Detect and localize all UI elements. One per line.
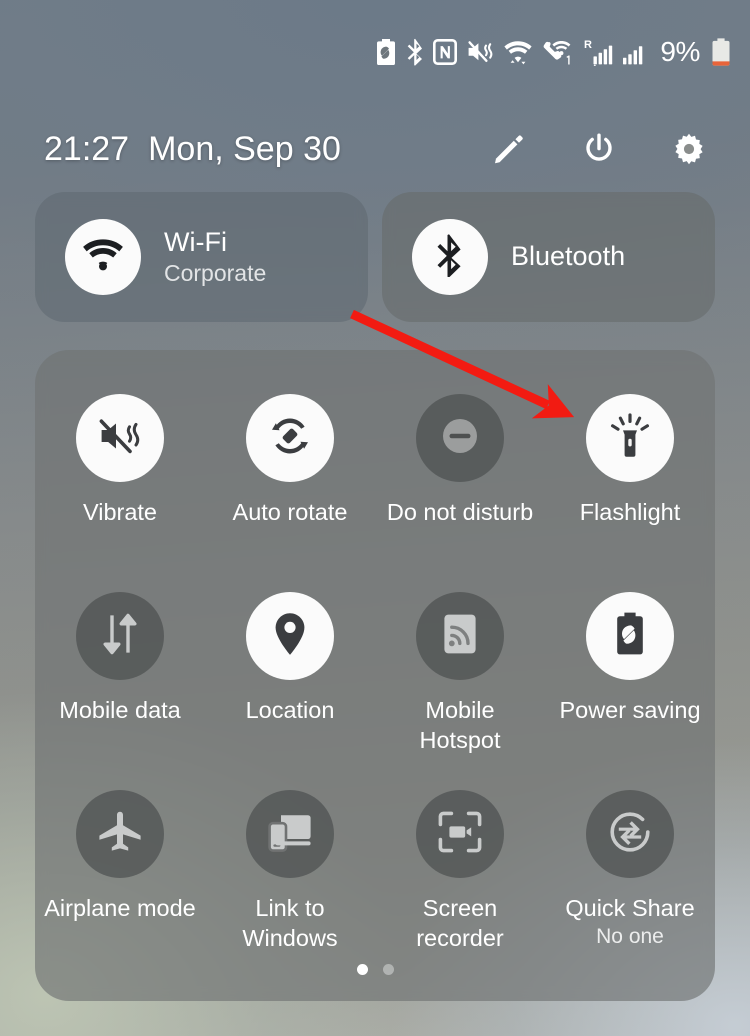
hotspot-icon [440, 612, 480, 661]
qs-label-screen-recorder: Screen recorder [416, 895, 504, 952]
location-pin-icon [271, 611, 309, 662]
header-actions [492, 132, 720, 166]
signal-bars-icon [622, 38, 648, 66]
bluetooth-icon [434, 233, 466, 282]
bluetooth-tile-icon-circle [412, 219, 488, 295]
sound-vibrate-icon [97, 416, 143, 461]
qs-label-power-saving: Power saving [559, 697, 701, 723]
mobile-data-icon-circle [76, 592, 164, 680]
location-icon-circle [246, 592, 334, 680]
qs-label-quick-share: Quick Share [565, 895, 695, 921]
quick-share-icon-circle [586, 790, 674, 878]
battery-percent-label: 9% [660, 36, 700, 67]
vibrate-icon-circle [76, 394, 164, 482]
qs-tile-link-to-windows[interactable]: Link to Windows [205, 790, 375, 988]
qs-tile-screen-recorder[interactable]: Screen recorder [375, 790, 545, 988]
clock-block[interactable]: 21:27 Mon, Sep 30 [44, 130, 341, 169]
settings-gear-icon[interactable] [672, 132, 706, 166]
wifi-tile[interactable]: Wi-Fi Corporate [35, 192, 368, 322]
mobile-data-icon [99, 612, 141, 661]
page-dot-1[interactable] [356, 964, 368, 975]
do-not-disturb-icon [438, 414, 482, 463]
qs-tile-vibrate[interactable]: Vibrate [35, 394, 205, 592]
flashlight-icon-circle [586, 394, 674, 482]
qs-tile-location[interactable]: Location [205, 592, 375, 790]
link-to-windows-icon [267, 811, 313, 858]
qs-tile-mobile-data[interactable]: Mobile data [35, 592, 205, 790]
bluetooth-tile[interactable]: Bluetooth [382, 192, 715, 322]
auto-rotate-icon [267, 413, 313, 464]
power-saving-battery-icon [375, 38, 397, 66]
wifi-icon [81, 237, 125, 278]
wifi-icon [503, 39, 533, 65]
page-dot-2[interactable] [382, 964, 394, 975]
wifi-tile-title: Wi-Fi [164, 227, 227, 257]
qs-label-location: Location [245, 697, 335, 723]
airplane-icon-circle [76, 790, 164, 878]
battery-low-icon [710, 37, 732, 67]
qs-label-auto-rotate: Auto rotate [232, 499, 348, 525]
edit-icon[interactable] [492, 132, 526, 166]
link-to-windows-icon-circle [246, 790, 334, 878]
qs-label-link-to-windows: Link to Windows [242, 895, 338, 952]
qs-tile-flashlight[interactable]: Flashlight [545, 394, 715, 592]
qs-tile-do-not-disturb[interactable]: Do not disturb [375, 394, 545, 592]
bluetooth-icon [406, 38, 424, 66]
flashlight-icon [610, 412, 650, 464]
airplane-icon [97, 810, 143, 859]
qs-label-vibrate: Vibrate [82, 499, 158, 525]
qs-tile-airplane-mode[interactable]: Airplane mode [35, 790, 205, 988]
wifi-tile-subtitle: Corporate [164, 259, 267, 286]
screen-recorder-icon-circle [416, 790, 504, 878]
signal-roaming-icon: R [583, 38, 613, 66]
quick-share-icon [607, 810, 653, 859]
qs-label-mobile-data: Mobile data [59, 697, 181, 723]
panel-header: 21:27 Mon, Sep 30 [0, 118, 750, 180]
nfc-icon [433, 39, 458, 65]
svg-text:R: R [584, 39, 592, 51]
quick-settings-panel: Vibrate Auto rotate Do not disturb Flash… [35, 350, 715, 1001]
wifi-tile-text: Wi-Fi Corporate [164, 227, 267, 286]
qs-tile-quick-share[interactable]: Quick Share No one [545, 790, 715, 988]
qs-label-airplane-mode: Airplane mode [44, 895, 196, 921]
qs-label-do-not-disturb: Do not disturb [386, 499, 534, 525]
bluetooth-tile-title: Bluetooth [511, 241, 626, 272]
screen-recorder-icon [437, 810, 483, 859]
status-bar: R 9% [0, 0, 750, 104]
quick-settings-grid: Vibrate Auto rotate Do not disturb Flash… [35, 394, 715, 988]
do-not-disturb-icon-circle [416, 394, 504, 482]
power-icon[interactable] [582, 132, 616, 166]
connectivity-tiles: Wi-Fi Corporate Bluetooth [35, 192, 715, 322]
qs-tile-auto-rotate[interactable]: Auto rotate [205, 394, 375, 592]
qs-label-flashlight: Flashlight [579, 499, 681, 525]
auto-rotate-icon-circle [246, 394, 334, 482]
qs-label-mobile-hotspot: Mobile Hotspot [419, 697, 501, 754]
quick-settings-screen: R 9% 21:27 Mon, Sep 30 Wi-Fi Corporate B… [0, 0, 750, 1036]
qs-tile-mobile-hotspot[interactable]: Mobile Hotspot [375, 592, 545, 790]
wifi-tile-icon-circle [65, 219, 141, 295]
wifi-calling-icon [542, 39, 574, 65]
page-indicator [35, 964, 715, 975]
bluetooth-tile-text: Bluetooth [511, 241, 626, 272]
qs-sublabel-quick-share: No one [596, 925, 664, 949]
power-saving-icon-circle [586, 592, 674, 680]
sound-vibrate-mute-icon [466, 39, 494, 65]
hotspot-icon-circle [416, 592, 504, 680]
qs-tile-power-saving[interactable]: Power saving [545, 592, 715, 790]
clock-time[interactable]: 21:27 [44, 130, 129, 169]
power-saving-icon [612, 611, 648, 662]
clock-date[interactable]: Mon, Sep 30 [148, 130, 341, 169]
